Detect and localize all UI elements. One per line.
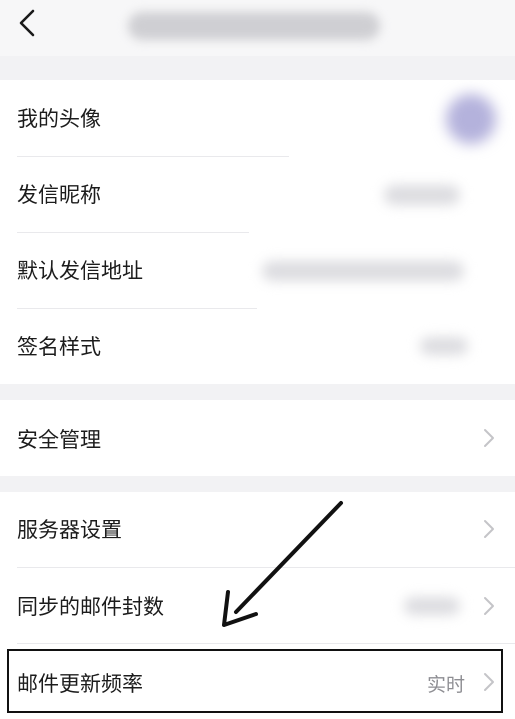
row-label-mail-refresh-frequency: 邮件更新频率 — [17, 672, 143, 696]
refresh-frequency-value: 实时 — [426, 674, 465, 696]
row-label-my-avatar: 我的头像 — [17, 107, 101, 131]
row-label-sender-nickname: 发信昵称 — [17, 183, 101, 207]
row-label-default-sender-address: 默认发信地址 — [17, 259, 143, 283]
top-bar — [0, 0, 515, 56]
row-label-security-management: 安全管理 — [17, 428, 101, 452]
security-settings-group: 安全管理 — [0, 400, 515, 476]
row-my-avatar[interactable]: 我的头像 — [0, 80, 515, 157]
row-default-sender-address[interactable]: 默认发信地址 — [0, 233, 515, 309]
chevron-left-icon — [19, 9, 35, 41]
row-mail-refresh-frequency[interactable]: 邮件更新频率 实时 — [0, 644, 515, 719]
back-button[interactable] — [10, 8, 44, 42]
profile-settings-group: 我的头像 发信昵称 默认发信地址 签名样式 — [0, 80, 515, 384]
row-security-management[interactable]: 安全管理 — [0, 400, 515, 476]
chevron-right-icon — [483, 672, 495, 692]
row-signature-style[interactable]: 签名样式 — [0, 309, 515, 384]
row-synced-mail-count[interactable]: 同步的邮件封数 — [0, 568, 515, 643]
chevron-right-icon — [483, 596, 495, 616]
page-title-redacted — [128, 12, 380, 40]
nickname-value-redacted — [384, 185, 460, 205]
server-settings-group: 服务器设置 同步的邮件封数 邮件更新频率 实时 — [0, 492, 515, 719]
signature-value-redacted — [420, 337, 468, 355]
row-label-synced-mail-count: 同步的邮件封数 — [17, 595, 164, 619]
row-label-server-settings: 服务器设置 — [17, 518, 122, 542]
synced-count-value-redacted — [404, 597, 460, 615]
row-server-settings[interactable]: 服务器设置 — [0, 492, 515, 567]
chevron-right-icon — [483, 428, 495, 448]
avatar — [446, 94, 496, 144]
row-label-signature-style: 签名样式 — [17, 335, 101, 359]
sender-address-value-redacted — [262, 261, 464, 281]
row-sender-nickname[interactable]: 发信昵称 — [0, 157, 515, 233]
chevron-right-icon — [483, 519, 495, 539]
